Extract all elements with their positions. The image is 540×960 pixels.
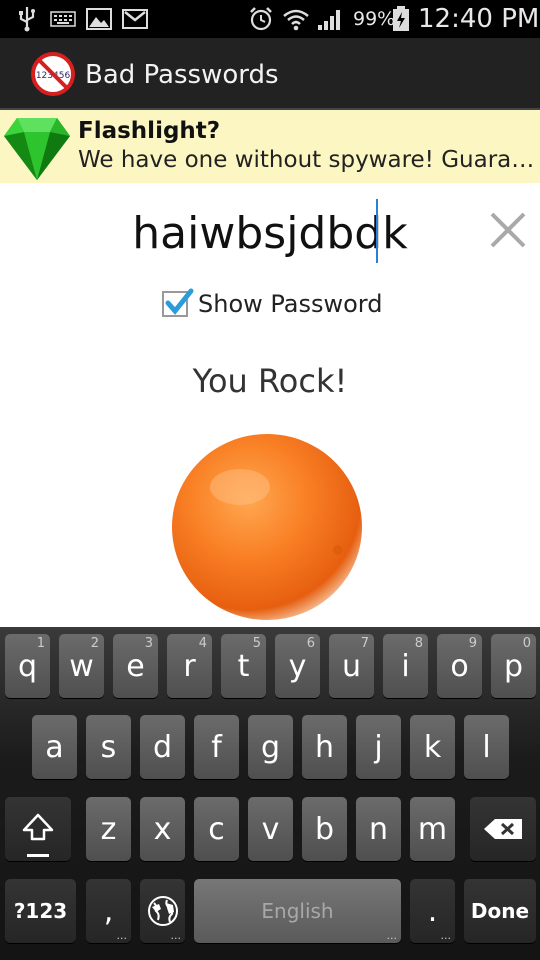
- key-number-hint: 4: [198, 636, 207, 651]
- status-bar: 99% 12:40 PM: [0, 0, 540, 38]
- key-number-hint: 9: [468, 636, 477, 651]
- key-n[interactable]: n: [356, 797, 401, 861]
- ad-banner[interactable]: Flashlight? We have one without spyware!…: [0, 110, 540, 183]
- key-h[interactable]: h: [302, 715, 347, 779]
- signal-icon: [316, 6, 344, 32]
- key-o[interactable]: o9: [437, 634, 482, 698]
- key-label: q: [17, 648, 38, 684]
- key-w[interactable]: w2: [59, 634, 104, 698]
- alarm-icon: [248, 6, 274, 32]
- key-number-hint: 7: [360, 636, 369, 651]
- ad-body: We have one without spyware! Guaranteed!: [78, 147, 540, 173]
- show-password-toggle[interactable]: Show Password: [162, 288, 383, 320]
- key-u[interactable]: u7: [329, 634, 374, 698]
- key-a[interactable]: a: [32, 715, 77, 779]
- more-indicator: ...: [170, 929, 182, 942]
- checkmark-icon: [165, 288, 194, 315]
- keyboard-icon: [50, 6, 76, 32]
- key-number-hint: 6: [306, 636, 315, 651]
- key-number-hint: 1: [36, 636, 45, 651]
- clear-icon[interactable]: [488, 210, 528, 250]
- key-r[interactable]: r4: [167, 634, 212, 698]
- text-cursor: [376, 199, 378, 263]
- emerald-gem-icon: [2, 112, 72, 182]
- key-p[interactable]: p0: [491, 634, 536, 698]
- key-number-hint: 8: [414, 636, 423, 651]
- key-label: .: [427, 893, 438, 929]
- key-t[interactable]: t5: [221, 634, 266, 698]
- show-password-checkbox[interactable]: [162, 288, 194, 317]
- done-key[interactable]: Done: [464, 879, 536, 943]
- action-bar: 123456 Bad Passwords: [0, 38, 540, 110]
- key-y[interactable]: y6: [275, 634, 320, 698]
- key-l[interactable]: l: [464, 715, 509, 779]
- usb-icon: [16, 6, 38, 32]
- show-password-label: Show Password: [198, 290, 383, 318]
- more-indicator: ...: [440, 929, 452, 942]
- key-label: w: [69, 648, 94, 684]
- soft-keyboard: q1 w2 e3 r4 t5 y6 u7 i8 o9 p0 a s d f g …: [0, 627, 540, 960]
- key-b[interactable]: b: [302, 797, 347, 861]
- app-logo-icon: 123456: [31, 52, 75, 96]
- backspace-key[interactable]: [470, 797, 536, 861]
- key-m[interactable]: m: [410, 797, 455, 861]
- shift-indicator: [27, 854, 49, 857]
- key-label: e: [126, 648, 145, 684]
- more-indicator: ...: [116, 929, 128, 942]
- key-q[interactable]: q1: [5, 634, 50, 698]
- key-j[interactable]: j: [356, 715, 401, 779]
- shift-arrow-icon: [22, 813, 54, 841]
- comma-key[interactable]: ,...: [86, 879, 131, 943]
- result-message: You Rock!: [192, 362, 348, 400]
- key-i[interactable]: i8: [383, 634, 428, 698]
- image-icon: [86, 6, 112, 32]
- key-number-hint: 2: [90, 636, 99, 651]
- key-s[interactable]: s: [86, 715, 131, 779]
- key-v[interactable]: v: [248, 797, 293, 861]
- key-label: r: [183, 648, 196, 684]
- language-key[interactable]: ...: [140, 879, 185, 943]
- key-number-hint: 3: [144, 636, 153, 651]
- globe-icon: [147, 896, 178, 926]
- key-number-hint: 5: [252, 636, 261, 651]
- key-f[interactable]: f: [194, 715, 239, 779]
- key-label: i: [401, 648, 410, 684]
- gmail-icon: [122, 6, 148, 32]
- shift-key[interactable]: [5, 797, 71, 861]
- key-label: t: [237, 648, 250, 684]
- key-label: o: [450, 648, 469, 684]
- key-g[interactable]: g: [248, 715, 293, 779]
- key-label: u: [341, 648, 361, 684]
- key-x[interactable]: x: [140, 797, 185, 861]
- key-label: p: [503, 648, 524, 684]
- app-title: Bad Passwords: [85, 60, 279, 90]
- space-key-label: English: [261, 899, 334, 923]
- symbols-key[interactable]: ?123: [5, 879, 76, 943]
- battery-percent: 99%: [353, 8, 396, 30]
- battery-charging-icon: [392, 6, 410, 32]
- backspace-icon: [484, 819, 522, 839]
- clock: 12:40 PM: [418, 4, 540, 34]
- ad-title: Flashlight?: [78, 118, 221, 144]
- period-key[interactable]: ....: [410, 879, 455, 943]
- orange-image: [170, 432, 364, 622]
- password-input[interactable]: [60, 198, 480, 268]
- key-k[interactable]: k: [410, 715, 455, 779]
- key-label: y: [288, 648, 307, 684]
- key-d[interactable]: d: [140, 715, 185, 779]
- key-c[interactable]: c: [194, 797, 239, 861]
- more-indicator: ...: [386, 929, 398, 942]
- key-e[interactable]: e3: [113, 634, 158, 698]
- wifi-icon: [282, 6, 310, 32]
- key-label: ,: [103, 893, 114, 929]
- space-key[interactable]: English...: [194, 879, 401, 943]
- key-number-hint: 0: [522, 636, 531, 651]
- key-z[interactable]: z: [86, 797, 131, 861]
